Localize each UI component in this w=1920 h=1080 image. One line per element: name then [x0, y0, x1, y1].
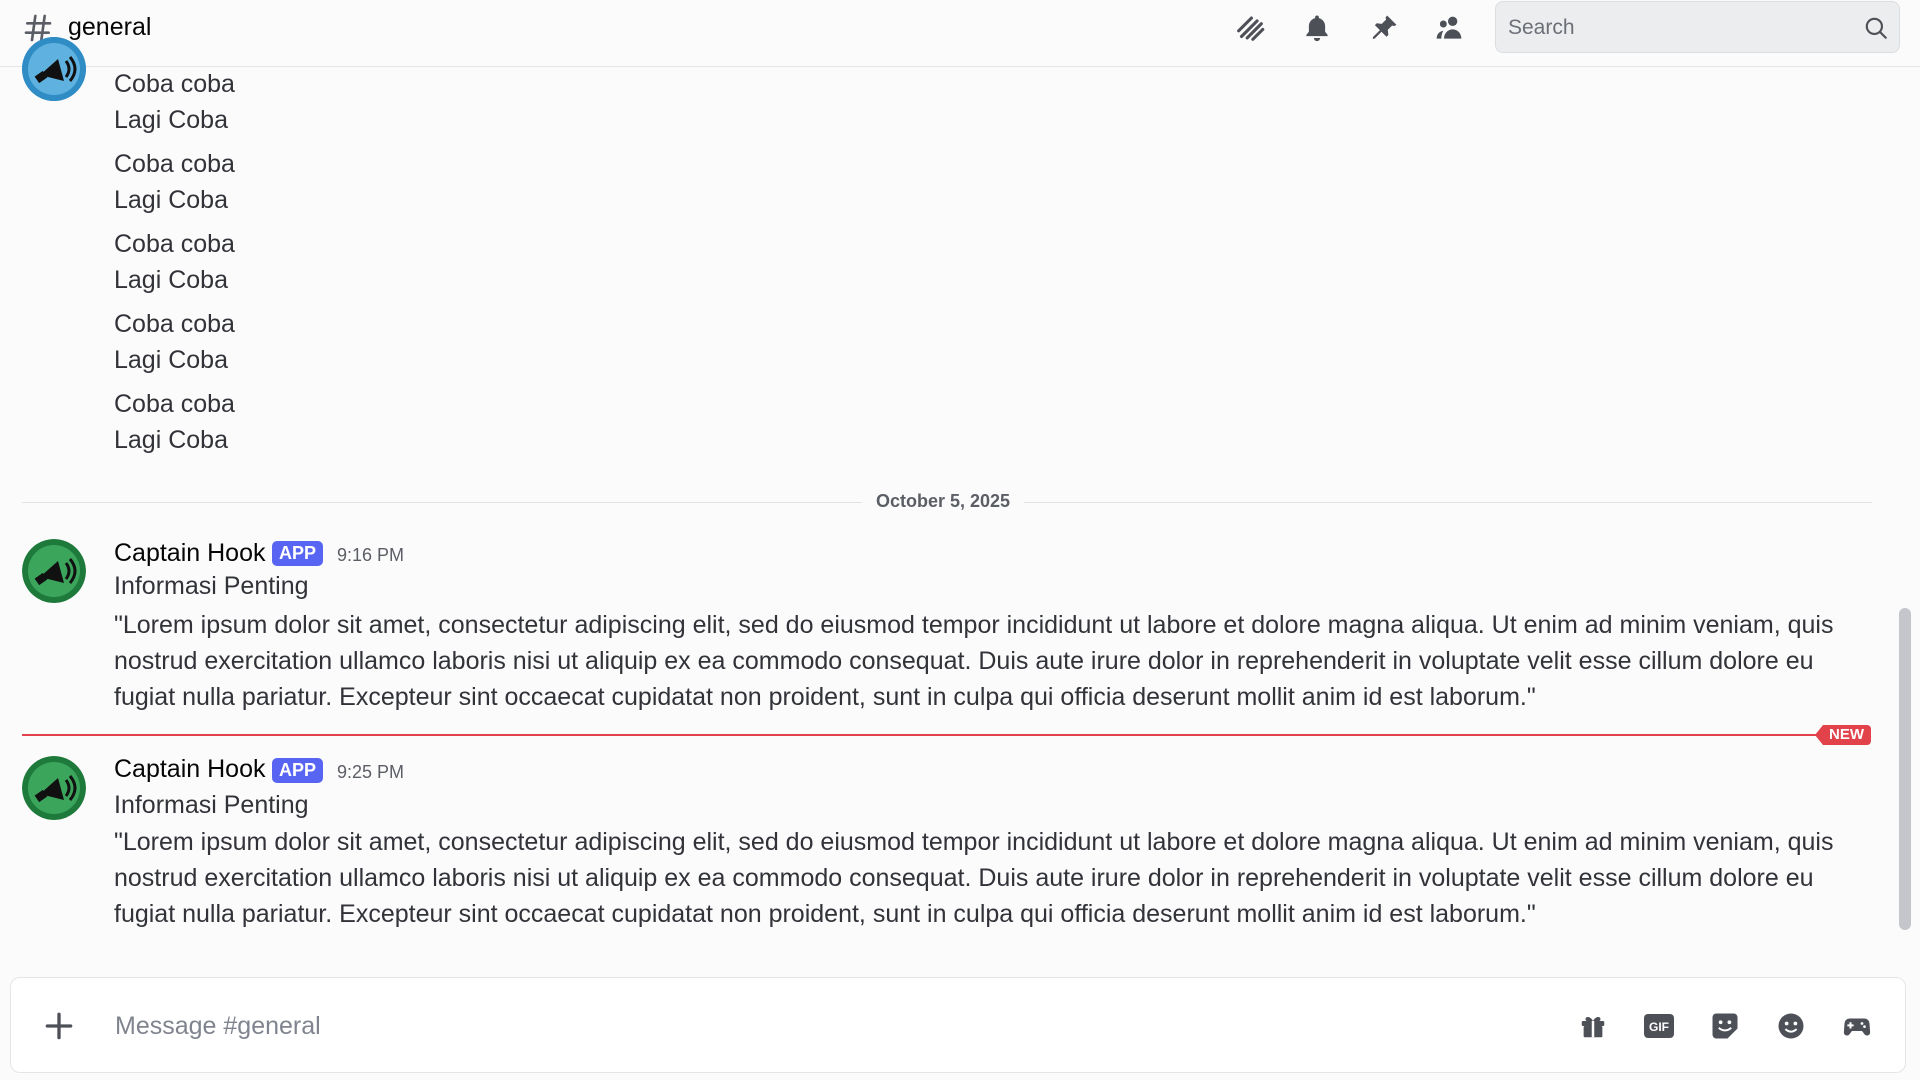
- search-icon[interactable]: [1863, 15, 1889, 41]
- member-list-icon[interactable]: [1432, 10, 1468, 46]
- gift-icon[interactable]: [1573, 1006, 1613, 1046]
- message-text: Lagi Coba: [114, 346, 228, 374]
- author-name[interactable]: Captain Hook: [114, 754, 265, 784]
- app-badge: APP: [272, 758, 324, 783]
- message-text: Coba coba: [114, 150, 235, 178]
- emoji-icon[interactable]: [1771, 1006, 1811, 1046]
- sticker-icon[interactable]: [1705, 1006, 1745, 1046]
- channel-name: general: [68, 13, 152, 41]
- message-text: Coba coba: [114, 230, 235, 258]
- message-title: Informasi Penting: [114, 572, 309, 600]
- message-text: Coba coba: [114, 390, 235, 418]
- message-text: Lagi Coba: [114, 186, 228, 214]
- message-text: Lagi Coba: [114, 106, 228, 134]
- threads-icon[interactable]: [1232, 10, 1268, 46]
- scrollbar-thumb[interactable]: [1899, 608, 1911, 930]
- date-divider-label: October 5, 2025: [862, 491, 1025, 512]
- avatar[interactable]: [22, 539, 86, 603]
- avatar[interactable]: [22, 756, 86, 820]
- pin-icon[interactable]: [1366, 10, 1402, 46]
- avatar[interactable]: [22, 37, 86, 101]
- gif-icon[interactable]: GIF: [1639, 1006, 1679, 1046]
- search-input[interactable]: [1508, 14, 1848, 42]
- message-text: Lagi Coba: [114, 426, 228, 454]
- message-body: "Lorem ipsum dolor sit amet, consectetur…: [114, 828, 1834, 928]
- message-text: Coba coba: [114, 70, 235, 98]
- notification-bell-icon[interactable]: [1299, 10, 1335, 46]
- new-messages-divider: [22, 734, 1817, 736]
- message-input[interactable]: [115, 1008, 1515, 1044]
- gif-label: GIF: [1649, 1020, 1669, 1034]
- message-text: Lagi Coba: [114, 266, 228, 294]
- message-composer: GIF: [10, 977, 1906, 1073]
- add-attachment-icon[interactable]: [39, 1006, 79, 1046]
- message-text: Coba coba: [114, 310, 235, 338]
- search-bar[interactable]: [1495, 1, 1900, 53]
- message-timestamp[interactable]: 9:16 PM: [337, 543, 404, 567]
- author-name[interactable]: Captain Hook: [114, 538, 265, 568]
- message-timestamp[interactable]: 9:25 PM: [337, 760, 404, 784]
- channel-header: general: [0, 0, 1920, 67]
- new-messages-badge: NEW: [1815, 725, 1871, 745]
- message-title: Informasi Penting: [114, 791, 309, 819]
- app-badge: APP: [272, 541, 324, 566]
- message-body: "Lorem ipsum dolor sit amet, consectetur…: [114, 611, 1834, 711]
- activities-icon[interactable]: [1837, 1006, 1877, 1046]
